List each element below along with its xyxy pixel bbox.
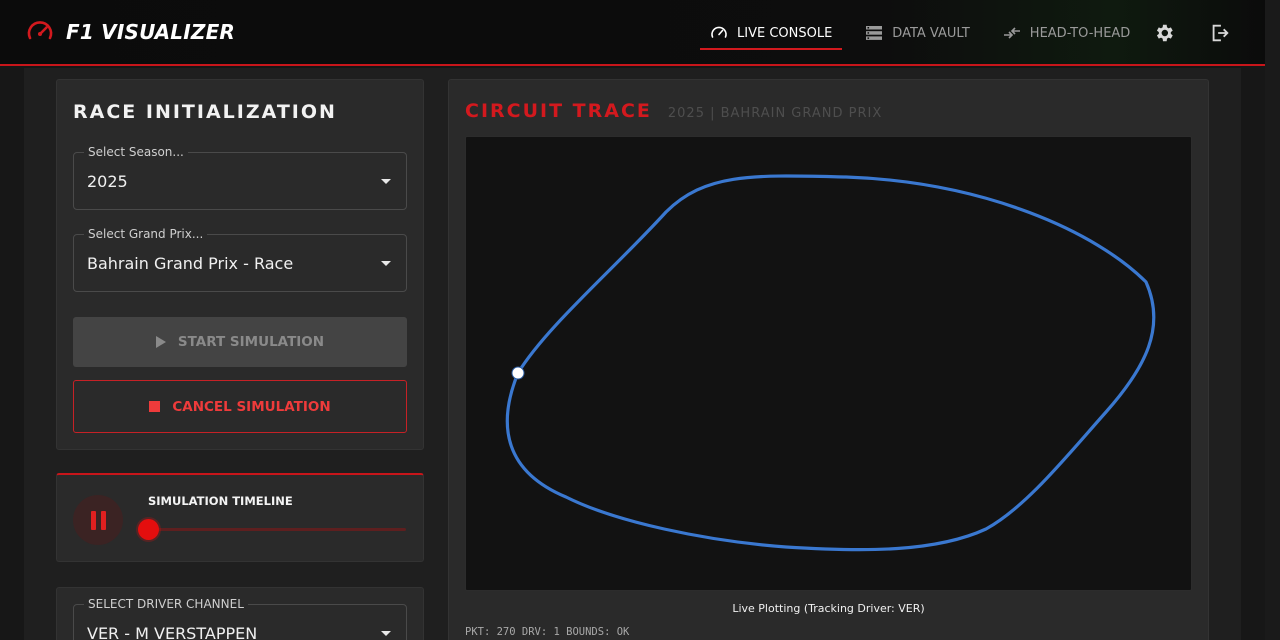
play-icon (155, 336, 166, 348)
nav-data-vault[interactable]: DATA VAULT (855, 0, 980, 66)
nav-live-console[interactable]: LIVE CONSOLE (700, 0, 843, 66)
driver-position-marker (511, 366, 525, 380)
main-nav: LIVE CONSOLE DATA VAULT HEAD-TO-HEAD (700, 0, 1153, 66)
nav-label: LIVE CONSOLE (737, 25, 833, 41)
circuit-header: CIRCUIT TRACE 2025 | BAHRAIN GRAND PRIX (465, 100, 882, 122)
grand-prix-select[interactable]: Select Grand Prix... Bahrain Grand Prix … (73, 227, 407, 292)
gear-icon[interactable] (1153, 22, 1175, 48)
driver-channel-select[interactable]: SELECT DRIVER CHANNEL VER - M VERSTAPPEN (73, 597, 407, 640)
start-simulation-button[interactable]: START SIMULATION (73, 317, 407, 367)
season-select-label: Select Season... (84, 145, 188, 159)
driver-channel-value: VER - M VERSTAPPEN (87, 624, 258, 640)
plot-caption: Live Plotting (Tracking Driver: VER) (732, 602, 925, 615)
driver-channel-panel: SELECT DRIVER CHANNEL VER - M VERSTAPPEN (56, 587, 424, 640)
main-content: RACE INITIALIZATION Select Season... 202… (24, 68, 1241, 640)
grand-prix-select-value: Bahrain Grand Prix - Race (87, 254, 294, 273)
cancel-simulation-button[interactable]: CANCEL SIMULATION (73, 380, 407, 433)
nav-label: HEAD-TO-HEAD (1029, 25, 1131, 41)
chevron-down-icon (381, 179, 391, 184)
nav-head-to-head[interactable]: HEAD-TO-HEAD (993, 0, 1141, 66)
race-initialization-panel: RACE INITIALIZATION Select Season... 202… (56, 79, 424, 450)
timeline-slider-track[interactable] (148, 528, 406, 531)
pause-button[interactable] (73, 495, 123, 545)
telemetry-status-line: PKT: 270 DRV: 1 BOUNDS: OK (465, 626, 630, 638)
circuit-subtitle: 2025 | BAHRAIN GRAND PRIX (667, 106, 883, 121)
speedometer-icon (710, 24, 728, 42)
circuit-plot[interactable] (465, 136, 1192, 591)
logout-icon[interactable] (1209, 22, 1231, 48)
cancel-simulation-label: CANCEL SIMULATION (172, 398, 331, 415)
brand[interactable]: F1 VISUALIZER (26, 18, 235, 46)
circuit-title: CIRCUIT TRACE (465, 100, 652, 122)
storage-icon (865, 25, 883, 41)
circuit-trace-line (505, 174, 1156, 552)
pause-icon (88, 510, 108, 530)
speedometer-logo-icon (26, 18, 54, 46)
driver-channel-label: SELECT DRIVER CHANNEL (84, 597, 248, 611)
circuit-trace-svg (505, 174, 1156, 552)
compare-arrows-icon (1003, 26, 1021, 40)
chevron-down-icon (381, 261, 391, 266)
start-simulation-label: START SIMULATION (177, 334, 325, 350)
season-select[interactable]: Select Season... 2025 (73, 145, 407, 210)
timeline-label: SIMULATION TIMELINE (148, 494, 293, 508)
top-navigation-bar: F1 VISUALIZER LIVE CONSOLE DATA VAULT HE… (0, 0, 1265, 66)
grand-prix-select-label: Select Grand Prix... (84, 227, 208, 241)
circuit-trace-panel: CIRCUIT TRACE 2025 | BAHRAIN GRAND PRIX … (448, 79, 1209, 640)
timeline-slider-thumb[interactable] (138, 519, 159, 540)
season-select-value: 2025 (87, 172, 128, 191)
chevron-down-icon (381, 631, 391, 636)
panel-title: RACE INITIALIZATION (73, 101, 337, 123)
page-scrollbar[interactable] (1265, 0, 1280, 640)
nav-label: DATA VAULT (892, 25, 970, 41)
simulation-timeline-panel: SIMULATION TIMELINE (56, 473, 424, 562)
stop-icon (149, 401, 161, 412)
app-title: F1 VISUALIZER (66, 20, 236, 44)
